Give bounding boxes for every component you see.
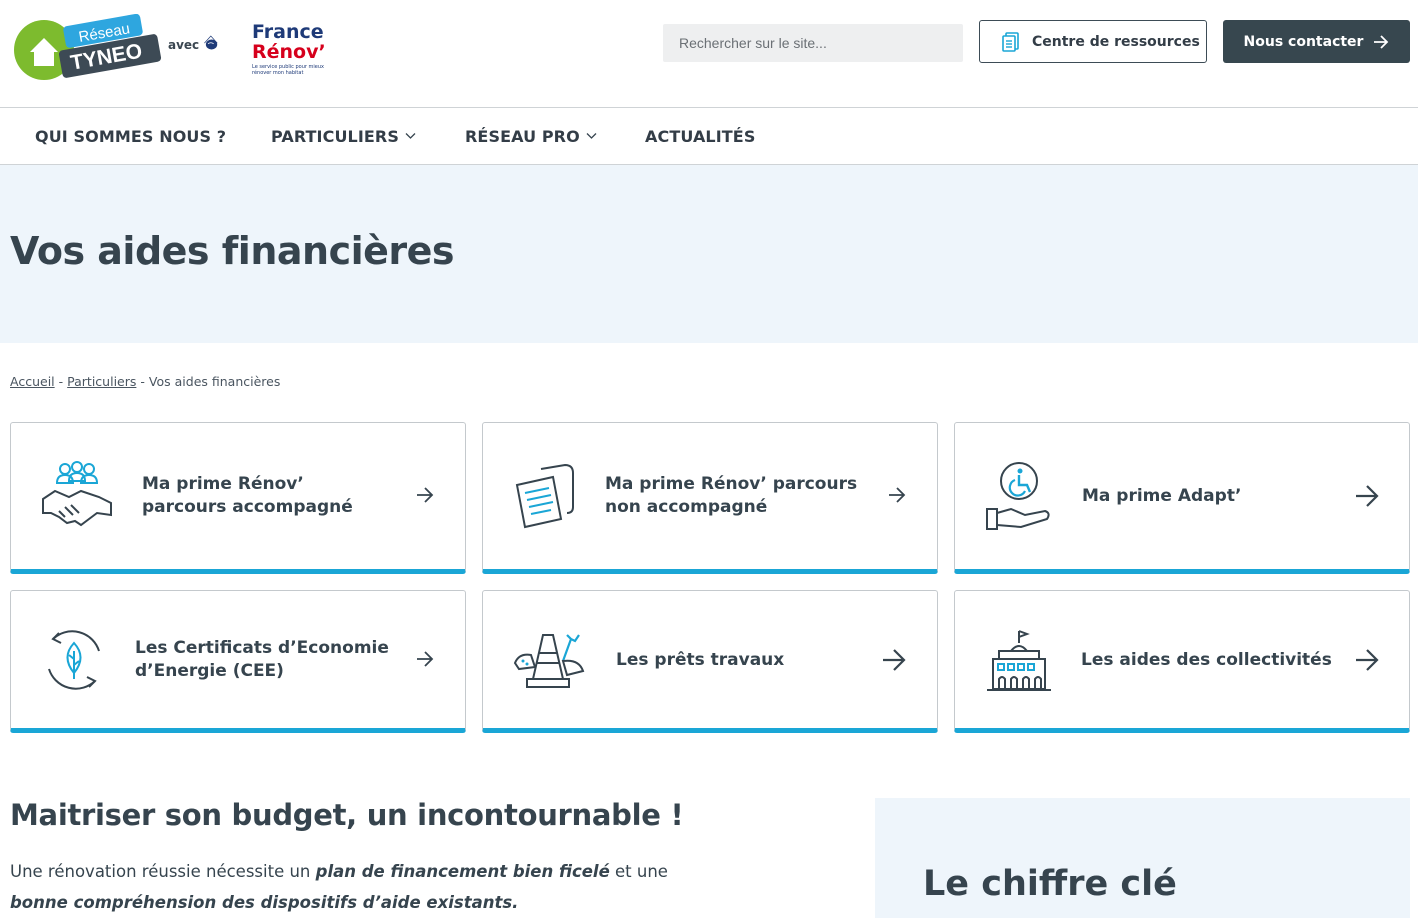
aid-card-cee[interactable]: Les Certificats d’Economie d’Energie (CE…	[10, 590, 466, 733]
arrow-right-icon	[417, 651, 434, 667]
town-hall-icon	[987, 630, 1051, 691]
france-renov-line1: France	[252, 21, 324, 43]
aid-card-mpr-accompagne[interactable]: Ma prime Rénov’ parcours accompagné	[10, 422, 466, 574]
section-paragraph: Une rénovation réussie nécessite un plan…	[10, 856, 710, 918]
arrow-right-icon	[417, 487, 434, 503]
section-text: Une rénovation réussie nécessite un	[10, 862, 311, 881]
main-navigation: QUI SOMMES NOUS ? PARTICULIERS RÉSEAU PR…	[0, 108, 1418, 165]
resources-center-label: Centre de ressources	[1032, 33, 1200, 50]
nav-item-qui-sommes-nous[interactable]: QUI SOMMES NOUS ?	[35, 108, 226, 164]
chevron-down-icon	[586, 133, 597, 139]
aid-card-prime-adapt[interactable]: Ma prime Adapt’	[954, 422, 1410, 574]
nav-item-label: RÉSEAU PRO	[465, 126, 580, 146]
arrow-right-icon	[1374, 34, 1389, 49]
breadcrumb: Accueil - Particuliers - Vos aides finan…	[10, 374, 280, 389]
france-renov-line2: Rénov’	[252, 41, 326, 63]
aid-card-label: Les prêts travaux	[616, 650, 785, 670]
nav-item-actualites[interactable]: ACTUALITÉS	[645, 108, 755, 164]
section-emphasis: plan de financement bien ficelé	[315, 862, 610, 881]
document-icon	[1002, 31, 1019, 52]
aid-card-label: Ma prime Rénov’ parcours accompagné	[142, 474, 353, 517]
tyneo-logo[interactable]: Réseau TYNEO	[12, 14, 162, 84]
breadcrumb-particuliers-link[interactable]: Particuliers	[67, 374, 136, 389]
breadcrumb-home-link[interactable]: Accueil	[10, 374, 55, 389]
aid-card-label: Les aides des collectivités	[1081, 650, 1332, 670]
nav-item-particuliers[interactable]: PARTICULIERS	[271, 108, 416, 164]
arrow-right-icon	[1356, 485, 1379, 507]
key-figure-title: Le chiffre clé	[923, 864, 1177, 904]
section-text: et une	[615, 862, 668, 881]
france-renov-tagline: Le service public pour mieux rénover mon…	[252, 64, 325, 76]
chevron-down-icon	[405, 133, 416, 139]
contact-button[interactable]: Nous contacter	[1223, 20, 1410, 63]
logo-avec-text: avec	[168, 38, 200, 52]
search-input[interactable]	[663, 24, 963, 62]
arrow-right-icon	[883, 649, 906, 671]
aid-card-label: Ma prime Rénov’ parcours non accompagné	[605, 474, 858, 517]
arrow-right-icon	[1356, 649, 1379, 671]
aid-card-label: Les Certificats d’Economie d’Energie (CE…	[135, 638, 389, 681]
section-emphasis: bonne compréhension des dispositifs d’ai…	[10, 893, 519, 912]
nav-item-label: QUI SOMMES NOUS ?	[35, 126, 227, 146]
france-renov-logo-mark[interactable]	[203, 12, 251, 82]
contact-label: Nous contacter	[1243, 33, 1364, 50]
nav-item-label: ACTUALITÉS	[645, 126, 756, 146]
breadcrumb-separator: -	[58, 374, 64, 389]
handshake-icon	[42, 461, 112, 527]
eco-leaf-icon	[48, 630, 100, 690]
aid-card-mpr-non-accompagne[interactable]: Ma prime Rénov’ parcours non accompagné	[482, 422, 938, 574]
construction-cone-icon	[513, 634, 585, 688]
site-header: Réseau TYNEO avec France Rénov’ Le servi…	[0, 0, 1418, 108]
aid-card-label: Ma prime Adapt’	[1082, 486, 1242, 506]
accessibility-hand-icon	[986, 462, 1050, 530]
resources-center-button[interactable]: Centre de ressources	[979, 20, 1207, 63]
page-title: Vos aides financières	[10, 229, 455, 273]
arrow-right-icon	[889, 487, 906, 503]
aid-card-collectivites[interactable]: Les aides des collectivités	[954, 590, 1410, 733]
aid-card-prets-travaux[interactable]: Les prêts travaux	[482, 590, 938, 733]
section-title: Maitriser son budget, un incontournable …	[10, 798, 684, 832]
nav-item-reseau-pro[interactable]: RÉSEAU PRO	[465, 108, 597, 164]
page-hero: Vos aides financières	[0, 165, 1418, 343]
breadcrumb-current: Vos aides financières	[148, 374, 281, 389]
breadcrumb-separator: -	[140, 374, 145, 389]
nav-item-label: PARTICULIERS	[271, 126, 399, 146]
document-scroll-icon	[515, 463, 574, 529]
